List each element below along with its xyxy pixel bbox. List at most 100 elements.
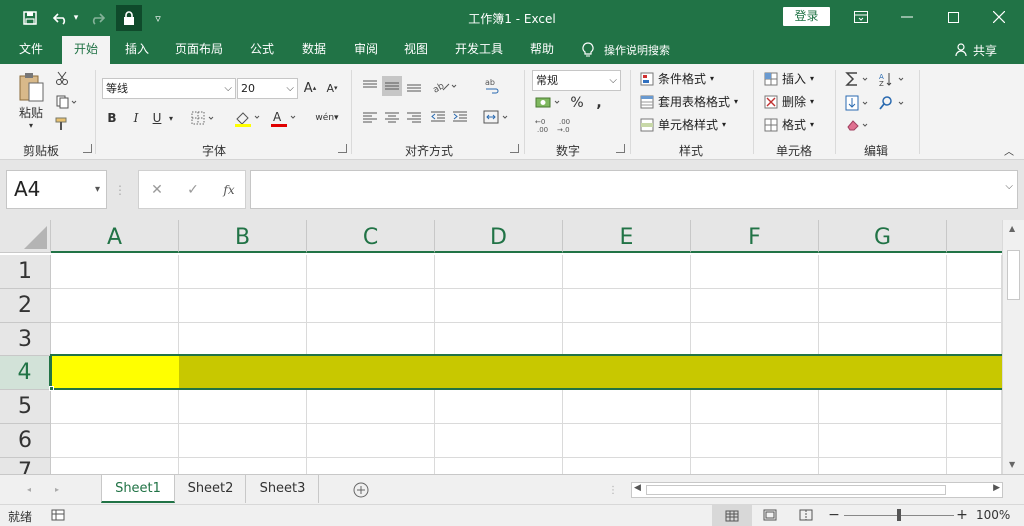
column-header-f[interactable]: F	[691, 220, 819, 253]
scroll-right-icon[interactable]: ▶	[993, 483, 1000, 493]
insert-cells-button[interactable]: 插入 ▾	[764, 70, 814, 87]
tab-home[interactable]: 开始	[62, 36, 110, 64]
increase-indent-icon[interactable]	[450, 108, 470, 126]
cell-h2[interactable]	[947, 289, 1002, 323]
normal-view-icon[interactable]	[712, 505, 752, 526]
merge-center-icon[interactable]	[482, 108, 512, 126]
font-name-select[interactable]: 等线 ⌵	[102, 78, 236, 99]
paste-dropdown-icon[interactable]: ▾	[24, 120, 38, 130]
cell-b1[interactable]	[179, 255, 307, 289]
cell-h7[interactable]	[947, 458, 1002, 474]
cell-f6[interactable]	[691, 424, 819, 458]
percent-button[interactable]: %	[568, 94, 586, 112]
zoom-slider-thumb[interactable]	[897, 509, 901, 521]
align-left-icon[interactable]	[360, 108, 380, 126]
cell-c5[interactable]	[307, 390, 435, 424]
conditional-formatting-button[interactable]: 条件格式 ▾	[640, 70, 714, 87]
cut-icon[interactable]	[54, 70, 70, 86]
clipboard-launcher-icon[interactable]	[83, 144, 92, 153]
prev-sheet-icon[interactable]: ◂	[24, 481, 34, 497]
collapse-ribbon-icon[interactable]: ︿	[1002, 144, 1016, 158]
fill-down-icon[interactable]	[844, 94, 874, 112]
font-launcher-icon[interactable]	[338, 144, 347, 153]
cell-a3[interactable]	[51, 323, 179, 356]
paste-label[interactable]: 粘贴	[14, 104, 48, 120]
close-icon[interactable]	[976, 0, 1022, 34]
format-cells-button[interactable]: 格式 ▾	[764, 116, 814, 133]
align-middle-icon[interactable]	[382, 76, 402, 96]
tab-review[interactable]: 审阅	[344, 36, 388, 64]
align-bottom-icon[interactable]	[404, 76, 424, 96]
row-header-5[interactable]: 5	[0, 390, 51, 424]
cell-b2[interactable]	[179, 289, 307, 323]
cell-e6[interactable]	[563, 424, 691, 458]
cell-f2[interactable]	[691, 289, 819, 323]
orientation-icon[interactable]: ab	[430, 76, 460, 96]
cancel-icon[interactable]: ✕	[147, 180, 167, 200]
cell-c3[interactable]	[307, 323, 435, 356]
tab-page-layout[interactable]: 页面布局	[166, 36, 232, 64]
page-break-view-icon[interactable]	[796, 508, 816, 522]
column-header-a[interactable]: A	[51, 220, 179, 253]
cell-g5[interactable]	[819, 390, 947, 424]
zoom-level[interactable]: 100%	[976, 508, 1010, 522]
expand-formula-icon[interactable]: ⌵	[1005, 181, 1013, 192]
cell-d1[interactable]	[435, 255, 563, 289]
font-color-icon[interactable]: A	[268, 108, 300, 128]
cell-g6[interactable]	[819, 424, 947, 458]
cell-f3[interactable]	[691, 323, 819, 356]
zoom-in-icon[interactable]: +	[956, 507, 968, 523]
cell-a2[interactable]	[51, 289, 179, 323]
cell-f5[interactable]	[691, 390, 819, 424]
borders-icon[interactable]	[190, 110, 218, 126]
cell-a1[interactable]	[51, 255, 179, 289]
cell-b7[interactable]	[179, 458, 307, 474]
ribbon-display-icon[interactable]	[838, 0, 884, 34]
bold-button[interactable]: B	[104, 110, 120, 126]
align-center-icon[interactable]	[382, 108, 402, 126]
add-sheet-icon[interactable]	[351, 480, 371, 500]
tab-help[interactable]: 帮助	[520, 36, 564, 64]
number-format-select[interactable]: 常规 ⌵	[532, 70, 621, 91]
increase-decimal-icon[interactable]: ←0.00	[534, 116, 554, 134]
column-header-e[interactable]: E	[563, 220, 691, 253]
name-box[interactable]: A4 ▾	[6, 170, 107, 209]
sheet-tab-sheet2[interactable]: Sheet2	[176, 475, 246, 503]
column-header-h[interactable]	[947, 220, 1002, 253]
insert-function-button[interactable]: fx	[219, 180, 239, 200]
scroll-up-icon[interactable]: ▲	[1009, 224, 1015, 233]
align-top-icon[interactable]	[360, 76, 380, 96]
scroll-left-icon[interactable]: ◀	[634, 483, 641, 493]
cell-d5[interactable]	[435, 390, 563, 424]
align-right-icon[interactable]	[404, 108, 424, 126]
tab-file[interactable]: 文件	[8, 36, 54, 64]
cell-styles-button[interactable]: 单元格样式 ▾	[640, 116, 726, 133]
delete-cells-button[interactable]: 删除 ▾	[764, 93, 814, 110]
cell-c7[interactable]	[307, 458, 435, 474]
tab-view[interactable]: 视图	[394, 36, 438, 64]
cell-h6[interactable]	[947, 424, 1002, 458]
grow-font-button[interactable]: A ▴	[302, 78, 318, 98]
share-button[interactable]: 共享	[955, 40, 997, 60]
cell-c2[interactable]	[307, 289, 435, 323]
tab-data[interactable]: 数据	[292, 36, 336, 64]
cell-e3[interactable]	[563, 323, 691, 356]
cell-d3[interactable]	[435, 323, 563, 356]
horizontal-scrollbar[interactable]: ◀ ▶	[631, 482, 1003, 498]
underline-button[interactable]: U	[150, 110, 164, 126]
fill-color-icon[interactable]	[232, 108, 264, 128]
cell-d7[interactable]	[435, 458, 563, 474]
wrap-text-icon[interactable]: ab	[482, 76, 502, 96]
paste-icon[interactable]	[14, 70, 48, 104]
cell-e1[interactable]	[563, 255, 691, 289]
format-as-table-button[interactable]: 套用表格格式 ▾	[640, 93, 738, 110]
cell-e7[interactable]	[563, 458, 691, 474]
row-header-7[interactable]: 7	[0, 458, 51, 474]
maximize-icon[interactable]	[930, 0, 976, 34]
cell-a6[interactable]	[51, 424, 179, 458]
row-header-4[interactable]: 4	[0, 356, 51, 390]
tab-insert[interactable]: 插入	[116, 36, 158, 64]
accounting-format-icon[interactable]	[534, 94, 564, 112]
font-size-select[interactable]: 20 ⌵	[237, 78, 298, 99]
italic-button[interactable]: I	[128, 110, 144, 126]
